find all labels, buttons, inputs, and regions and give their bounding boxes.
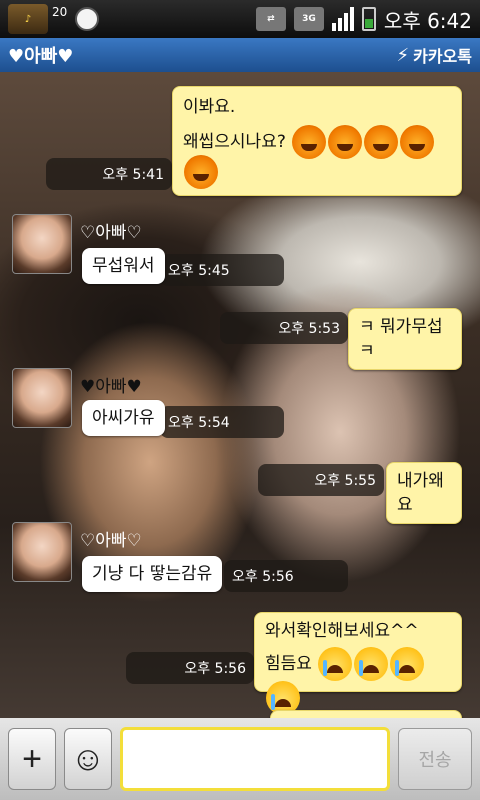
avatar[interactable]: [12, 214, 72, 274]
sync-icon: ⇄: [255, 7, 286, 31]
message-text: 와서확인해보세요^^: [265, 621, 419, 641]
message-text: 이봐요.: [183, 97, 236, 117]
message-text: ㅋ 뭐가무섭 ㅋ: [359, 317, 443, 361]
devil-emoticon-icon: [400, 125, 435, 159]
devil-emoticon-icon: [328, 125, 363, 159]
sender-name: ♡아빠♡: [80, 223, 142, 243]
chat-area[interactable]: 오후 5:41 이봐요. 왜씹으시나요? ♡아빠♡ 오후 5:45 무섭워서 오…: [0, 72, 480, 718]
crying-emoticon-icon: [354, 647, 389, 681]
chat-title-bar: ♥아빠♥ ⚡ 카카오톡: [0, 38, 480, 72]
message-time-strip: 오후 5:53: [220, 312, 348, 344]
message-text: 왜씹으시나요?: [183, 132, 286, 152]
battery-icon: [361, 7, 376, 31]
message-time: 오후 5:54: [168, 415, 230, 431]
message-bubble-incoming[interactable]: 기냥 다 땋는감유: [82, 556, 223, 592]
message-time: 오후 5:56: [232, 569, 294, 585]
avatar[interactable]: [12, 368, 72, 428]
kakaotalk-icon: ⚡: [396, 44, 410, 66]
message-input[interactable]: [120, 727, 390, 791]
baby-notification-icon: [75, 7, 100, 31]
send-button[interactable]: 전송: [398, 728, 472, 790]
chat-title: ♥아빠♥: [8, 46, 74, 67]
brand-name: 카카오톡: [413, 47, 472, 66]
message-time-strip: 오후 5:56: [224, 560, 348, 592]
message-time-strip: 오후 5:56: [126, 652, 254, 684]
message-text: 힘듬요: [265, 654, 312, 674]
devil-emoticon-icon: [292, 125, 327, 159]
devil-emoticon-icon: [184, 155, 218, 189]
avatar[interactable]: [12, 522, 72, 582]
message-text: 기냥 다 땋는감유: [92, 564, 213, 584]
notification-count: 20: [52, 5, 68, 19]
message-time-strip: 오후 5:45: [160, 254, 284, 286]
brand-label: ⚡ 카카오톡: [396, 43, 472, 67]
message-text: 아씨가유: [92, 408, 155, 428]
message-bubble-incoming[interactable]: 무섭워서: [82, 248, 165, 284]
status-clock: 오후 6:42: [383, 8, 472, 33]
message-time-strip: 오후 5:55: [258, 464, 384, 496]
message-time: 오후 5:55: [314, 473, 376, 489]
sender-name: ♥아빠♥: [80, 377, 142, 397]
app-notification-icon: ♪: [8, 4, 48, 34]
crying-emoticon-icon: [390, 647, 425, 681]
message-input-bar: + ☺ 전송: [0, 718, 480, 800]
plus-icon[interactable]: +: [8, 728, 56, 790]
message-text: 내가왜요: [397, 471, 444, 515]
message-bubble-outgoing[interactable]: 이봐요. 왜씹으시나요?: [172, 86, 462, 196]
message-time: 오후 5:56: [184, 661, 246, 677]
sender-name: ♡아빠♡: [80, 531, 142, 551]
message-time: 오후 5:45: [168, 263, 230, 279]
network-type-icon: 3G: [293, 7, 324, 31]
message-text: 무섭워서: [92, 256, 155, 276]
message-time-strip: 오후 5:54: [160, 406, 284, 438]
crying-emoticon-icon: [318, 647, 353, 681]
message-bubble-incoming[interactable]: 아씨가유: [82, 400, 165, 436]
message-bubble-outgoing[interactable]: 내가왜요: [386, 462, 462, 524]
message-bubble-outgoing[interactable]: ㅋ 뭐가무섭 ㅋ: [348, 308, 462, 370]
status-bar: ♪ 20 ⇄ 3G 오후 6:42: [0, 0, 480, 38]
message-time: 오후 5:41: [102, 167, 164, 183]
message-time-strip: 오후 5:41: [46, 158, 172, 190]
message-time: 오후 5:53: [278, 321, 340, 337]
message-bubble-outgoing-partial[interactable]: [270, 710, 462, 718]
signal-icon: [331, 7, 354, 31]
devil-emoticon-icon: [364, 125, 399, 159]
message-bubble-outgoing[interactable]: 와서확인해보세요^^ 힘듬요: [254, 612, 462, 715]
emoticon-button[interactable]: ☺: [64, 728, 112, 790]
